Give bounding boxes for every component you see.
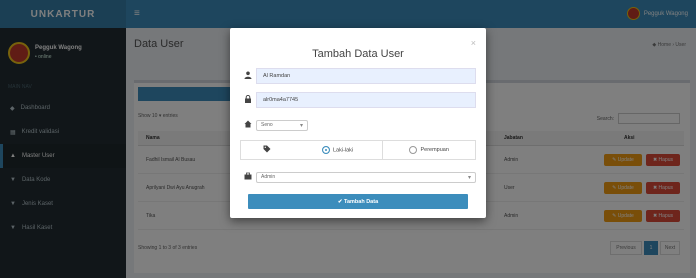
user-icon <box>240 71 256 81</box>
lock-icon <box>240 94 256 105</box>
home-select[interactable]: Seno ▾ <box>256 119 308 131</box>
modal-title: Tambah Data User <box>312 48 404 60</box>
username-input[interactable]: Al Ramdan <box>256 68 476 84</box>
chevron-down-icon: ▾ <box>299 122 303 129</box>
home-icon <box>240 120 256 130</box>
gender-group: Laki-laki Perempuan <box>240 140 476 160</box>
password-input[interactable]: alr0ma4a7745 <box>256 92 476 108</box>
gender-female-label: Perempuan <box>420 147 449 153</box>
role-select-value: Admin <box>261 174 276 180</box>
gender-male-label: Laki-laki <box>332 147 354 154</box>
password-group: alr0ma4a7745 <box>240 92 476 108</box>
role-group: Admin ▾ <box>240 170 476 184</box>
role-select[interactable]: Admin ▾ <box>256 171 476 183</box>
gender-female-option[interactable]: Perempuan <box>382 140 475 160</box>
home-select-value: Seno <box>261 122 273 128</box>
home-group: Seno ▾ <box>240 118 476 132</box>
username-group: Al Ramdan <box>240 68 476 84</box>
briefcase-icon <box>240 172 256 182</box>
submit-button[interactable]: ✔ Tambah Data <box>248 194 468 209</box>
add-user-modal: × Tambah Data User Al Ramdan alr0ma4a774… <box>230 28 486 218</box>
close-icon[interactable]: × <box>471 38 476 48</box>
gender-male-option[interactable]: Laki-laki <box>293 146 383 154</box>
chevron-down-icon: ▾ <box>467 174 471 181</box>
tag-icon <box>241 145 293 155</box>
radio-unchecked-icon[interactable] <box>409 145 418 154</box>
radio-checked-icon[interactable] <box>321 146 330 154</box>
